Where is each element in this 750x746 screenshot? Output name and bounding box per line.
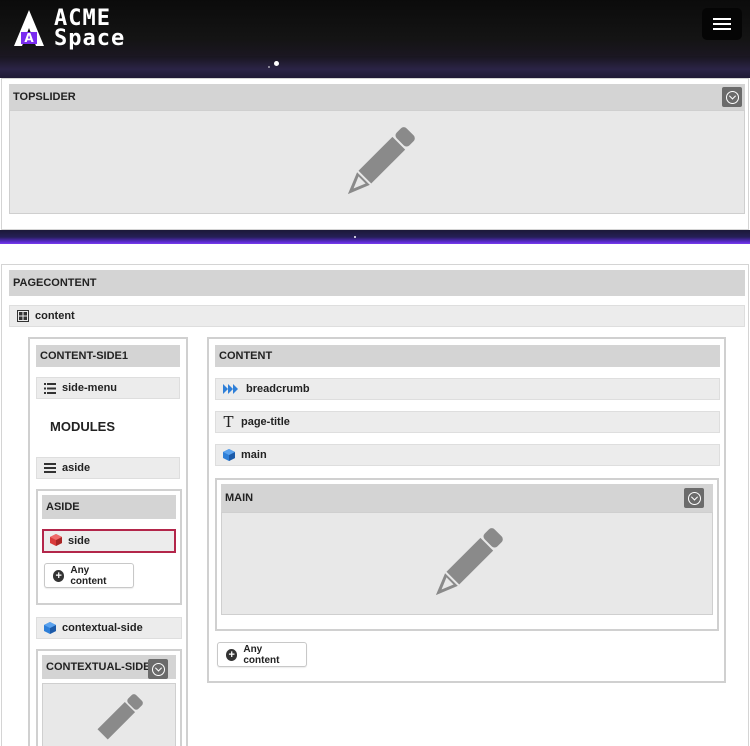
item-label: page-title	[241, 416, 290, 428]
chevron-down-circle-icon[interactable]	[722, 87, 742, 107]
item-label: side-menu	[62, 382, 118, 394]
add-content-button[interactable]: + Any content	[217, 642, 307, 667]
hamburger-icon-bar	[713, 28, 731, 30]
item-label: content	[35, 310, 75, 322]
star	[274, 61, 279, 66]
contextual-side-item[interactable]: contextual-side	[36, 617, 182, 639]
purple-banner	[0, 230, 750, 244]
topslider-region: TOPSLIDER	[1, 78, 749, 230]
region-title: TOPSLIDER	[9, 84, 745, 110]
item-label: side	[68, 535, 91, 547]
aside-item[interactable]: aside	[36, 457, 180, 479]
grid-icon	[16, 310, 29, 323]
item-label: breadcrumb	[246, 383, 310, 395]
topslider-placeholder	[9, 110, 745, 214]
logo-line-2: Space	[54, 26, 126, 51]
list-icon	[43, 382, 56, 395]
block-title: ASIDE	[42, 495, 176, 519]
block-title: MAIN	[221, 484, 713, 512]
button-label: Any content	[243, 643, 280, 666]
add-content-button[interactable]: + Any content	[44, 563, 134, 588]
text-t-icon: T	[223, 413, 234, 431]
column-title: CONTENT	[215, 345, 720, 367]
svg-text:A: A	[24, 31, 34, 45]
content-layout-item[interactable]: content	[9, 305, 745, 327]
logo-wordmark: ACME Space	[54, 8, 126, 51]
plus-circle-icon: +	[53, 569, 65, 582]
hamburger-menu-button[interactable]	[702, 8, 742, 40]
item-label: contextual-side	[62, 622, 143, 634]
item-label: main	[241, 449, 267, 461]
chevron-down-circle-icon[interactable]	[684, 488, 704, 508]
space-banner	[0, 56, 750, 78]
content-side1-column: CONTENT-SIDE1 side-menu MODULES aside AS…	[28, 337, 188, 746]
star	[268, 66, 270, 68]
breadcrumb-item[interactable]: breadcrumb	[215, 378, 720, 400]
site-header: A ACME Space	[0, 0, 750, 78]
star	[354, 236, 356, 238]
button-label: Any content	[70, 564, 107, 587]
aside-block: ASIDE side + Any content	[36, 489, 182, 605]
side-menu-item[interactable]: side-menu	[36, 377, 180, 399]
pagecontent-region: PAGECONTENT content CONTENT-SIDE1 side-m…	[1, 264, 749, 746]
column-title: CONTENT-SIDE1	[36, 345, 180, 367]
logo[interactable]: A ACME Space	[10, 4, 125, 54]
main-item[interactable]: main	[215, 444, 720, 466]
page-title-item[interactable]: T page-title	[215, 411, 720, 433]
region-title: PAGECONTENT	[9, 270, 745, 296]
main-placeholder	[221, 512, 713, 615]
content-column: CONTENT breadcrumb T page-title main MAI…	[207, 337, 726, 683]
fast-forward-icon	[222, 383, 240, 396]
pencil-icon	[97, 694, 143, 740]
hamburger-icon-bar	[713, 23, 731, 25]
plus-circle-icon: +	[226, 648, 238, 661]
pencil-icon	[435, 528, 503, 596]
side-item-selected[interactable]: side	[42, 529, 176, 553]
bars-icon	[43, 462, 56, 475]
chevron-down-circle-icon[interactable]	[148, 659, 168, 679]
item-label: aside	[62, 462, 91, 474]
red-cube-icon	[50, 533, 62, 549]
main-block: MAIN	[215, 478, 719, 631]
pencil-icon	[347, 127, 415, 195]
modules-heading: MODULES	[50, 419, 115, 434]
rocket-a-icon: A	[14, 10, 44, 46]
blue-cube-icon	[43, 622, 56, 635]
hamburger-icon	[713, 18, 731, 20]
contextual-side-block: CONTEXTUAL-SIDE	[36, 649, 182, 746]
contextual-placeholder	[42, 683, 176, 746]
blue-cube-icon	[222, 449, 235, 462]
